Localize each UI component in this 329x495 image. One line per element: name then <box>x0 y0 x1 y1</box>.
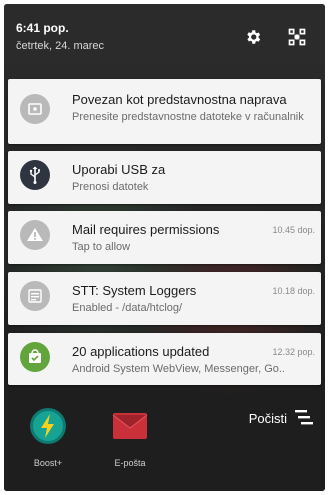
notification-icon-circle <box>20 341 50 377</box>
notification-header: 6:41 pop. četrtek, 24. marec <box>4 4 325 64</box>
quick-settings-icon[interactable] <box>286 26 308 48</box>
gear-icon[interactable] <box>242 26 264 48</box>
home-dock: Boost+ E-pošta Počisti <box>4 401 325 491</box>
date: četrtek, 24. marec <box>16 40 105 52</box>
dock-app-boost[interactable]: Boost+ <box>18 407 78 468</box>
email-icon <box>111 413 149 449</box>
notification-system-loggers[interactable]: STT: System Loggers Enabled - /data/htcl… <box>8 272 321 325</box>
store-update-icon <box>20 341 50 377</box>
dock-app-email[interactable]: E-pošta <box>100 407 160 468</box>
notification-usb[interactable]: Uporabi USB za Prenosi datotek <box>8 151 321 204</box>
notification-time: 12.32 pop. <box>272 347 315 357</box>
phone-screen: 6:41 pop. četrtek, 24. marec Povezan kot… <box>4 4 325 491</box>
dock-app-label: Boost+ <box>33 458 63 468</box>
boost-icon <box>29 408 67 449</box>
log-icon <box>20 280 50 316</box>
notification-time: 10.45 dop. <box>272 225 315 235</box>
warning-icon <box>20 219 50 255</box>
notification-subtitle: Enabled - /data/htclog/ <box>72 302 183 314</box>
clock: 6:41 pop. <box>16 21 69 35</box>
notification-icon-circle <box>20 93 50 129</box>
notification-icon-circle <box>20 280 50 316</box>
notification-subtitle: Android System WebView, Messenger, Go.. <box>72 363 285 375</box>
notification-title: 20 applications updated <box>72 344 210 359</box>
notification-title: STT: System Loggers <box>72 283 197 298</box>
notification-title: Mail requires permissions <box>72 222 220 237</box>
usb-icon <box>20 159 50 195</box>
notification-title: Povezan kot predstavnostna naprava <box>72 92 287 107</box>
dock-app-label: E-pošta <box>114 458 146 468</box>
notification-apps-updated[interactable]: 20 applications updated Android System W… <box>8 333 321 385</box>
notification-icon-circle <box>20 159 50 195</box>
screen-share-icon <box>20 93 50 129</box>
notification-subtitle: Prenosi datotek <box>72 181 149 193</box>
notification-title: Uporabi USB za <box>72 162 166 177</box>
notification-subtitle: Prenesite predstavnostne datoteke v raču… <box>72 111 304 123</box>
clear-all-icon <box>295 409 315 428</box>
notification-time: 10.18 dop. <box>272 286 315 296</box>
notification-icon-circle <box>20 219 50 255</box>
clear-all-button[interactable]: Počisti <box>249 409 315 428</box>
notification-media-device[interactable]: Povezan kot predstavnostna naprava Prene… <box>8 79 321 144</box>
notification-mail-permissions[interactable]: Mail requires permissions Tap to allow 1… <box>8 211 321 264</box>
notification-subtitle: Tap to allow <box>72 241 131 253</box>
clear-all-label: Počisti <box>248 411 287 426</box>
